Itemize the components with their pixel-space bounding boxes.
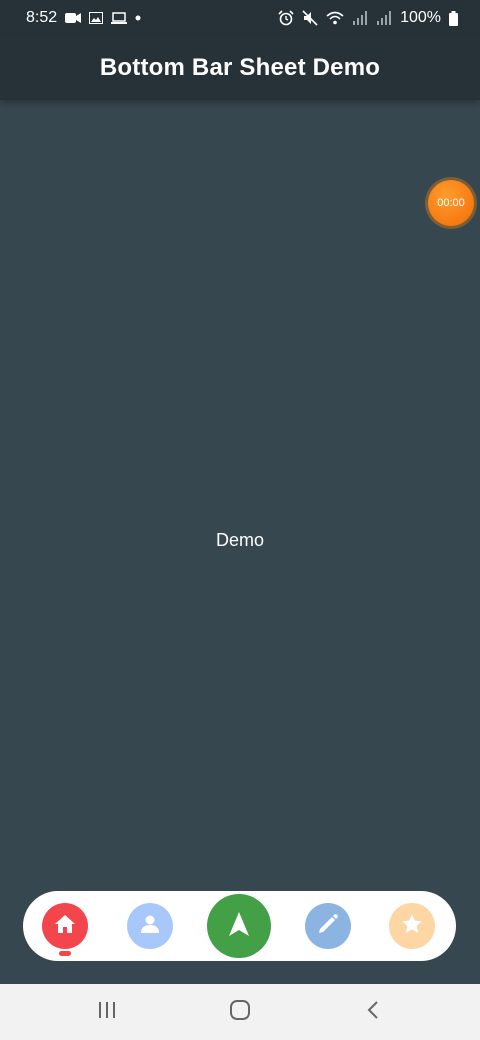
status-time: 8:52	[26, 9, 58, 26]
status-right: 100%	[278, 9, 458, 27]
signal-icon	[376, 11, 392, 25]
navigation-arrow-icon	[228, 911, 250, 942]
image-icon	[89, 12, 104, 24]
app-bar: Bottom Bar Sheet Demo	[0, 36, 480, 100]
home-icon	[54, 914, 76, 939]
page-title: Bottom Bar Sheet Demo	[99, 54, 381, 81]
video-camera-icon	[65, 12, 82, 24]
recent-apps-icon	[97, 1001, 117, 1024]
mute-icon	[302, 10, 318, 26]
dot-icon	[135, 15, 141, 21]
back-icon	[366, 1000, 380, 1025]
system-home-button[interactable]	[210, 992, 270, 1032]
nav-profile-button[interactable]	[127, 903, 173, 949]
active-tab-indicator	[59, 951, 71, 956]
pencil-icon	[317, 913, 339, 940]
nav-home-button[interactable]	[42, 903, 88, 949]
system-navigation-bar	[0, 984, 480, 1040]
home-circle-icon	[229, 999, 251, 1026]
signal-icon	[352, 11, 368, 25]
battery-percent: 100%	[400, 9, 441, 26]
bottom-navigation-bar	[23, 891, 456, 961]
person-icon	[139, 913, 161, 940]
timer-label: 00:00	[437, 197, 465, 209]
wifi-icon	[326, 11, 344, 25]
laptop-icon	[111, 12, 128, 24]
status-left: 8:52	[26, 9, 141, 27]
nav-edit-button[interactable]	[305, 903, 351, 949]
demo-text: Demo	[215, 530, 264, 550]
status-bar: 8:52 100%	[0, 0, 480, 36]
recent-apps-button[interactable]	[77, 992, 137, 1032]
nav-favorite-button[interactable]	[389, 903, 435, 949]
back-button[interactable]	[343, 992, 403, 1032]
star-icon	[400, 912, 424, 941]
alarm-icon	[278, 10, 294, 26]
timer-bubble[interactable]: 00:00	[428, 180, 474, 226]
battery-icon	[449, 10, 458, 26]
nav-navigation-button[interactable]	[207, 894, 271, 958]
